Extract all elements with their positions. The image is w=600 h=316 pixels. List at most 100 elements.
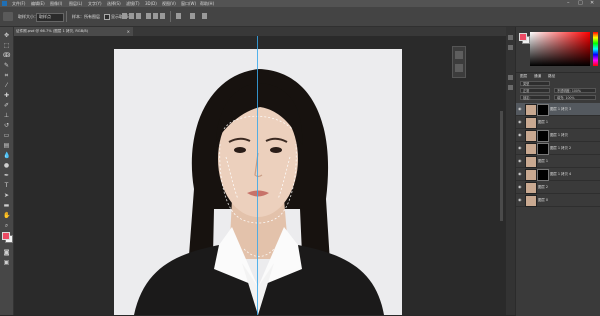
visibility-eye-icon[interactable]: ◉	[518, 158, 522, 164]
foreground-color-swatch[interactable]	[2, 232, 10, 240]
tool-preset-picker[interactable]	[3, 12, 13, 21]
menu-help[interactable]: 帮助(H)	[200, 0, 214, 7]
portrait-photo[interactable]	[114, 49, 402, 315]
close-tab-icon[interactable]: ×	[127, 27, 130, 36]
color-panel-foreground-swatch[interactable]	[519, 33, 527, 41]
gradient-tool-icon[interactable]: ▤	[3, 142, 10, 149]
eyedropper-tool-icon[interactable]: ⁄	[3, 82, 10, 89]
layer-row[interactable]: ◉ 图层 1 拷贝	[516, 129, 600, 142]
layer-row[interactable]: ◉ 图层 1 拷贝 3	[516, 103, 600, 116]
blend-mode-select[interactable]: 正常	[520, 88, 550, 93]
quick-select-tool-icon[interactable]: ✎	[3, 62, 10, 69]
menu-view[interactable]: 视图(V)	[162, 0, 176, 7]
menu-filter[interactable]: 滤镜(T)	[126, 0, 140, 7]
healing-brush-tool-icon[interactable]: ✚	[3, 92, 10, 99]
zoom-tool-icon[interactable]: ⌕	[3, 222, 10, 229]
brush-tool-icon[interactable]: ✐	[3, 102, 10, 109]
3d-mode-icon[interactable]	[190, 13, 195, 19]
distribute-bottom-icon[interactable]	[160, 13, 165, 19]
3d-rotate-icon[interactable]	[202, 13, 207, 19]
layer-thumbnail	[525, 143, 537, 155]
distribute-middle-icon[interactable]	[153, 13, 158, 19]
menu-edit[interactable]: 编辑(E)	[31, 0, 45, 7]
layer-row[interactable]: ◉ 图层 0	[516, 194, 600, 207]
swatches-panel-icon[interactable]	[508, 45, 513, 50]
align-middle-icon[interactable]	[129, 13, 134, 19]
menu-layer[interactable]: 图层(L)	[69, 0, 82, 7]
vertical-guide-line[interactable]	[257, 36, 258, 315]
layer-row[interactable]: ◉ 图层 1	[516, 155, 600, 168]
marquee-tool-icon[interactable]: ⬚	[3, 42, 10, 49]
opacity-field[interactable]: 不透明度: 100%	[554, 88, 596, 93]
visibility-eye-icon[interactable]: ◉	[518, 184, 522, 190]
layer-name: 图层 1 拷贝 3	[550, 107, 572, 111]
align-top-icon[interactable]	[122, 13, 127, 19]
layer-row[interactable]: ◉ 图层 1 拷贝 4	[516, 168, 600, 181]
move-tool-icon[interactable]: ✥	[3, 32, 10, 39]
layer-row[interactable]: ◉ 图层 1	[516, 116, 600, 129]
clone-stamp-tool-icon[interactable]: ⊥	[3, 112, 10, 119]
menu-image[interactable]: 图像(I)	[50, 0, 62, 7]
pen-tool-icon[interactable]: ✒	[3, 172, 10, 179]
document-canvas[interactable]	[14, 36, 506, 315]
adjustments-panel-icon[interactable]	[508, 75, 513, 80]
styles-panel-icon[interactable]	[508, 85, 513, 90]
layer-row[interactable]: ◉ 图层 2	[516, 181, 600, 194]
visibility-eye-icon[interactable]: ◉	[518, 145, 522, 151]
distribute-top-icon[interactable]	[146, 13, 151, 19]
layer-mask-thumbnail[interactable]	[537, 130, 549, 142]
shape-tool-icon[interactable]: ▬	[3, 202, 10, 209]
layer-name: 图层 0	[538, 198, 549, 202]
menu-window[interactable]: 窗口(W)	[181, 0, 196, 7]
type-tool-icon[interactable]: T	[3, 182, 10, 189]
visibility-eye-icon[interactable]: ◉	[518, 197, 522, 203]
lock-controls[interactable]: 锁定:	[520, 95, 550, 100]
menu-type[interactable]: 文字(Y)	[88, 0, 102, 7]
menu-file[interactable]: 文件(F)	[12, 0, 25, 7]
layer-thumbnail	[525, 156, 537, 168]
layer-thumbnail	[525, 169, 537, 181]
layer-row[interactable]: ◉ 图层 1 拷贝 2	[516, 142, 600, 155]
eraser-tool-icon[interactable]: ▭	[3, 132, 10, 139]
lasso-tool-icon[interactable]: ↂ	[3, 52, 10, 59]
sample-layers-select[interactable]: 样本：所有图层	[72, 7, 100, 26]
quick-mask-icon[interactable]: ◙	[3, 249, 10, 256]
visibility-eye-icon[interactable]: ◉	[518, 119, 522, 125]
minimize-button[interactable]: –	[567, 0, 570, 7]
dodge-tool-icon[interactable]: ●	[3, 162, 10, 169]
visibility-eye-icon[interactable]: ◉	[518, 106, 522, 112]
history-panel-icon[interactable]	[455, 51, 463, 59]
maximize-button[interactable]: □	[578, 0, 583, 7]
hand-tool-icon[interactable]: ✋	[3, 212, 10, 219]
photoshop-logo-icon	[2, 1, 7, 6]
vertical-scrollbar[interactable]	[500, 111, 503, 221]
color-panel-icon[interactable]	[508, 35, 513, 40]
layer-name: 图层 2	[538, 185, 549, 189]
visibility-eye-icon[interactable]: ◉	[518, 132, 522, 138]
auto-align-icon[interactable]	[176, 13, 181, 19]
crop-tool-icon[interactable]: ⌗	[3, 72, 10, 79]
path-selection-tool-icon[interactable]: ➤	[3, 192, 10, 199]
properties-panel-icon[interactable]	[455, 64, 463, 72]
menu-select[interactable]: 选择(S)	[107, 0, 121, 7]
screen-mode-icon[interactable]: ▣	[3, 259, 10, 266]
menu-3d[interactable]: 3D(D)	[145, 0, 157, 7]
tab-channels[interactable]: 通道	[534, 74, 541, 79]
history-brush-tool-icon[interactable]: ↺	[3, 122, 10, 129]
layer-kind-filter[interactable]: 类型	[520, 81, 550, 86]
color-picker-field[interactable]	[530, 32, 590, 66]
fill-field[interactable]: 填充: 100%	[554, 95, 596, 100]
layer-mask-thumbnail[interactable]	[537, 104, 549, 116]
show-ring-checkbox[interactable]	[104, 14, 110, 20]
tab-paths[interactable]: 路径	[548, 74, 555, 79]
blur-tool-icon[interactable]: 💧	[3, 152, 10, 159]
layer-mask-thumbnail[interactable]	[537, 169, 549, 181]
close-window-button[interactable]: ✕	[590, 0, 594, 7]
layer-mask-thumbnail[interactable]	[537, 143, 549, 155]
document-tab[interactable]: 证件照.psd @ 66.7% (图层 1 拷贝, RGB/8) ×	[13, 27, 133, 36]
sample-size-value: 取样点	[39, 14, 51, 19]
tab-layers[interactable]: 图层	[520, 74, 527, 79]
visibility-eye-icon[interactable]: ◉	[518, 171, 522, 177]
hue-slider[interactable]	[593, 32, 598, 66]
align-bottom-icon[interactable]	[136, 13, 141, 19]
